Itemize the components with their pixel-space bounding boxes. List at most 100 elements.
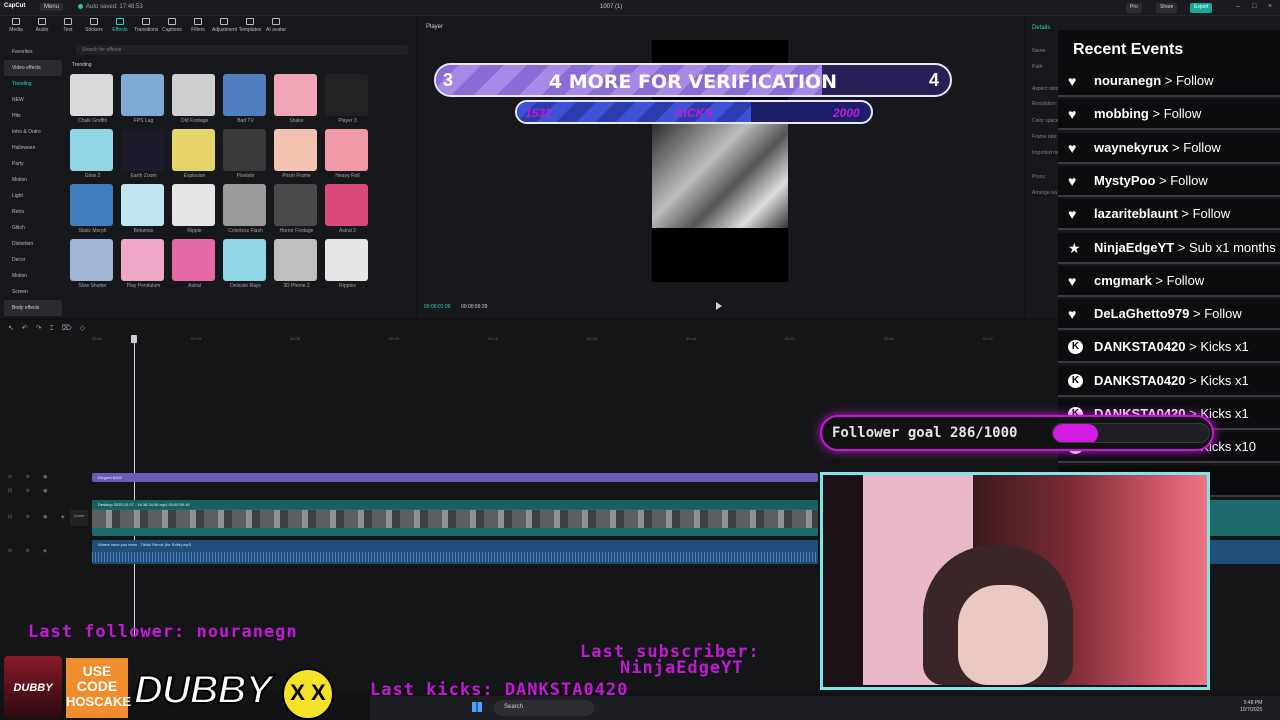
category-halloween[interactable]: Halloween (4, 140, 62, 156)
audio-track-controls[interactable]: ⊙ ⊘ ◈ (8, 548, 53, 554)
taskbar-search[interactable]: Search (494, 700, 594, 716)
recent-events-title: Recent Events (1073, 41, 1184, 58)
playhead-handle[interactable] (131, 335, 137, 343)
timeline-toolbar[interactable]: ↖↶↷⌶⌦◇ (8, 324, 93, 333)
tab-filters[interactable]: Filters (186, 18, 210, 38)
pro-button[interactable]: Pro (1126, 3, 1142, 13)
effect-tile[interactable]: Glow 2 (70, 129, 115, 179)
ruler-tick-label: 00:27 (983, 336, 994, 341)
effect-tile[interactable]: Prism Frame (274, 129, 319, 179)
minimize-icon[interactable]: – (1236, 3, 1240, 10)
tab-captions[interactable]: Captions (160, 18, 184, 38)
clock-time: 5:48 PM (1243, 700, 1263, 706)
split-icon[interactable]: ⌶ (50, 325, 62, 332)
effect-tile[interactable]: Astral (172, 239, 217, 289)
cover-button[interactable]: Cover (70, 510, 88, 526)
effect-tile[interactable]: Ripple (172, 184, 217, 234)
category-distortion[interactable]: Distortion (4, 236, 62, 252)
tab-media[interactable]: Media (4, 18, 28, 38)
category-screen[interactable]: Screen (4, 284, 62, 300)
category-new[interactable]: NEW (4, 92, 62, 108)
share-button[interactable]: Share (1156, 3, 1178, 13)
track-lock-controls[interactable]: ⊡ ⊘ ◉ (8, 488, 54, 494)
event-user: DANKSTA0420 (1094, 339, 1186, 355)
category-favorites[interactable]: Favorites (4, 44, 62, 60)
tab-ai-avatar[interactable]: AI avatar (264, 18, 288, 38)
effect-tile[interactable]: Astral 2 (325, 184, 370, 234)
category-motion[interactable]: Motion (4, 268, 62, 284)
effect-label: FPS Lag (133, 118, 154, 124)
event-row: ♥ nouranegn > Follow (1058, 66, 1280, 97)
export-button[interactable]: Export (1190, 3, 1213, 13)
audio-clip-continued[interactable] (1208, 540, 1280, 564)
redo-icon[interactable]: ↷ (36, 325, 50, 332)
audio-clip[interactable]: Where have you been - Tiktok Remix (for … (92, 540, 818, 564)
effect-tile[interactable]: FPS Lag (121, 74, 166, 124)
effect-tile[interactable]: Explosion (172, 129, 217, 179)
event-text: lazariteblaunt > Follow (1094, 206, 1230, 221)
category-trending[interactable]: Trending (4, 76, 62, 92)
tab-templates[interactable]: Templates (238, 18, 262, 38)
tab-effects[interactable]: Effects (108, 18, 132, 38)
category-decor[interactable]: Decor (4, 252, 62, 268)
effect-tile[interactable]: Static Morph (70, 184, 115, 234)
effect-tile[interactable]: Chalk Graffiti (70, 74, 115, 124)
effect-tile[interactable]: Player 3 (325, 74, 370, 124)
tab-label: Audio (35, 27, 49, 33)
effect-tile[interactable]: Earth Zoom (121, 129, 166, 179)
category-motion[interactable]: Motion (4, 172, 62, 188)
follower-goal-text: Follower goal 286/1000 (832, 425, 1018, 441)
effect-thumbnail (70, 129, 113, 171)
undo-icon[interactable]: ↶ (22, 325, 36, 332)
effect-thumbnail (223, 184, 266, 226)
select-icon[interactable]: ↖ (8, 325, 22, 332)
category-body-effects[interactable]: Body effects (4, 300, 62, 316)
tab-text[interactable]: Text (56, 18, 80, 38)
effect-thumbnail (70, 74, 113, 116)
effect-tile[interactable]: Slow Shutter (70, 239, 115, 289)
effect-tile[interactable]: Shake (274, 74, 319, 124)
effect-tile[interactable]: Horror Footage (274, 184, 319, 234)
windows-start-icon[interactable] (472, 702, 482, 712)
effect-tile[interactable]: Delicate Rays (223, 239, 268, 289)
maximize-icon[interactable]: □ (1252, 3, 1256, 10)
marker-icon[interactable]: ◇ (80, 325, 93, 332)
playhead[interactable] (134, 336, 135, 636)
delete-icon[interactable]: ⌦ (62, 325, 80, 332)
effect-tile[interactable]: Play Pendulum (121, 239, 166, 289)
effect-tile[interactable]: Ripples (325, 239, 370, 289)
category-hits[interactable]: Hits (4, 108, 62, 124)
video-clip-continued[interactable] (1208, 500, 1280, 536)
category-party[interactable]: Party (4, 156, 62, 172)
effect-tile[interactable]: 3D Phone 2 (274, 239, 319, 289)
effect-tile[interactable]: Pixelate (223, 129, 268, 179)
effect-tile[interactable]: Old Footage (172, 74, 217, 124)
event-user: cmgmark (1094, 272, 1152, 288)
tab-adjustment[interactable]: Adjustment (212, 18, 237, 38)
play-icon[interactable] (716, 302, 722, 310)
effects-search-input[interactable]: Search for effects (76, 45, 408, 55)
event-action: > Follow (1155, 172, 1208, 188)
close-icon[interactable]: × (1268, 3, 1272, 10)
video-track-controls[interactable]: ⊡ ⊘ ◉ ◈ (8, 514, 71, 520)
effect-track-controls[interactable]: ⊙ ⊘ ◉ (8, 474, 54, 480)
verification-progress-bar: 4 MORE FOR VERIFICATION (434, 63, 952, 97)
category-retro[interactable]: Retro (4, 204, 62, 220)
category-glitch[interactable]: Glitch (4, 220, 62, 236)
tab-stickers[interactable]: Stickers (82, 18, 106, 38)
tab-audio[interactable]: Audio (30, 18, 54, 38)
effect-tile[interactable]: Heavy Roll (325, 129, 370, 179)
tab-transitions[interactable]: Transitions (134, 18, 158, 38)
kicks-goal-start: 1532 (525, 106, 552, 120)
effect-tile[interactable]: Bad TV (223, 74, 268, 124)
effect-clip[interactable]: Elegant B&W (92, 473, 818, 482)
menu-button[interactable]: Menu (40, 3, 64, 11)
category-intro-outro[interactable]: Intro & Outro (4, 124, 62, 140)
kicks-goal-label: KICKS (675, 106, 713, 120)
effect-tile[interactable]: Betamax (121, 184, 166, 234)
effect-tile[interactable]: Colorless Flash (223, 184, 268, 234)
video-clip[interactable]: Desktop 2025.10.07 - 16.38.34.06.mp4 00:… (92, 500, 818, 536)
heart-icon: ♥ (1068, 172, 1077, 189)
category-video-effects[interactable]: Video effects (4, 60, 62, 76)
category-light[interactable]: Light (4, 188, 62, 204)
